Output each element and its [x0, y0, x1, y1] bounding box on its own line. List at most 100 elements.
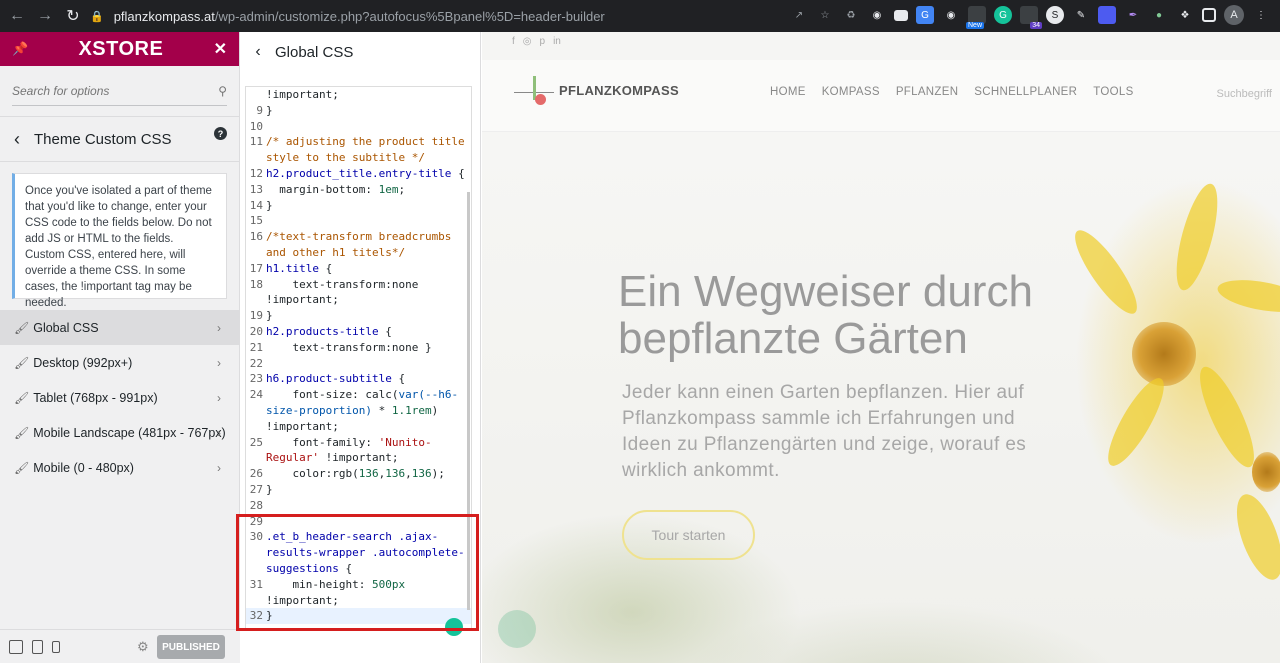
- code-line[interactable]: 12 h2.product_title.entry-title {: [246, 166, 471, 182]
- css-code-editor[interactable]: !important; 9} 10 11/* adjusting the produ…: [245, 86, 472, 630]
- option-global-css[interactable]: 🖌 Global CSS ›: [0, 310, 239, 345]
- close-icon[interactable]: ✕: [214, 39, 227, 59]
- back-arrow-icon[interactable]: ←: [6, 5, 28, 27]
- editor-scrollbar[interactable]: [467, 192, 470, 610]
- forward-arrow-icon[interactable]: →: [34, 5, 56, 27]
- section-header: ‹ Theme Custom CSS ?: [0, 116, 239, 162]
- code-text: }: [266, 198, 273, 212]
- grammarly-icon[interactable]: G: [994, 6, 1012, 24]
- menu-item-home[interactable]: HOME: [770, 86, 806, 98]
- code-line[interactable]: 21 text-transform:none }: [246, 340, 471, 356]
- option-mobile[interactable]: 🖌 Mobile (0 - 480px) ›: [0, 450, 239, 485]
- code-line[interactable]: 31 min-height: 500px !important;: [246, 577, 471, 609]
- line-number: [246, 87, 266, 103]
- code-line[interactable]: 23 h6.product-subtitle {: [246, 371, 471, 387]
- chevron-right-icon: ›: [217, 355, 221, 370]
- pin-icon[interactable]: 📌: [12, 41, 28, 57]
- linkedin-icon[interactable]: in: [553, 36, 561, 47]
- code-line[interactable]: 15: [246, 213, 471, 229]
- publish-button[interactable]: PUBLISHED: [157, 635, 225, 659]
- extension-translate-icon[interactable]: G: [916, 6, 934, 24]
- option-tablet[interactable]: 🖌 Tablet (768px - 991px) ›: [0, 380, 239, 415]
- code-line[interactable]: 25 font-family: 'Nunito-Regular' !import…: [246, 435, 471, 467]
- option-label: Global CSS: [33, 320, 99, 335]
- sidepanel-icon[interactable]: [1202, 8, 1216, 22]
- facebook-icon[interactable]: f: [512, 36, 515, 47]
- floating-badge-icon[interactable]: [498, 610, 536, 648]
- menu-item-schnellplaner[interactable]: SCHNELLPLANER: [974, 86, 1077, 98]
- code-line[interactable]: 11/* adjusting the product title style t…: [246, 134, 471, 166]
- tour-start-button[interactable]: Tour starten: [622, 510, 755, 560]
- reload-icon[interactable]: ↻: [62, 5, 84, 27]
- option-mobile-landscape[interactable]: 🖌 Mobile Landscape (481px - 767px) ›: [0, 415, 239, 450]
- instagram-icon[interactable]: ◎: [523, 36, 532, 47]
- code-line[interactable]: 30 .et_b_header-search .ajax-results-wrap…: [246, 529, 471, 576]
- options-search-input[interactable]: [12, 83, 192, 98]
- code-line[interactable]: 24 font-size: calc(var(--h6-size-proport…: [246, 387, 471, 434]
- url-path: /wp-admin/customize.php?autofocus%5Bpane…: [214, 8, 605, 24]
- code-line[interactable]: 17 h1.title {: [246, 261, 471, 277]
- code-line[interactable]: 9}: [246, 103, 471, 119]
- code-line[interactable]: !important;: [246, 87, 471, 103]
- tablet-preview-icon[interactable]: [32, 639, 43, 654]
- code-line[interactable]: 20 h2.products-title {: [246, 324, 471, 340]
- sidebar-footer: ⚙ PUBLISHED: [0, 629, 240, 663]
- option-desktop[interactable]: 🖌 Desktop (992px+) ›: [0, 345, 239, 380]
- line-number: 30: [249, 530, 263, 544]
- extension-new-icon[interactable]: New: [966, 6, 986, 29]
- menu-item-pflanzen[interactable]: PFLANZEN: [896, 86, 958, 98]
- mobile-preview-icon[interactable]: [52, 640, 60, 653]
- extension-pen-icon[interactable]: ✎: [1072, 6, 1090, 24]
- extension-s-icon[interactable]: S: [1046, 6, 1064, 24]
- share-icon[interactable]: ↗: [790, 6, 808, 24]
- gear-icon[interactable]: ⚙: [137, 639, 149, 655]
- code-line[interactable]: 29: [246, 514, 471, 530]
- chevron-right-icon: ›: [217, 390, 221, 405]
- chevron-right-icon: ›: [217, 320, 221, 335]
- line-number: 22: [249, 356, 263, 370]
- code-line[interactable]: 10: [246, 119, 471, 135]
- code-line[interactable]: 27}: [246, 482, 471, 498]
- pinterest-icon[interactable]: p: [540, 36, 546, 47]
- address-bar[interactable]: 🔒 pflanzkompass.at/wp-admin/customize.ph…: [90, 4, 840, 28]
- new-badge: New: [966, 22, 985, 29]
- extension-count-icon[interactable]: 34: [1020, 6, 1042, 29]
- browser-menu-icon[interactable]: ⋮: [1252, 6, 1270, 24]
- code-line[interactable]: 26 color:rgb(136,136,136);: [246, 466, 471, 482]
- code-line[interactable]: 13 margin-bottom: 1em;: [246, 182, 471, 198]
- hero-title: Ein Wegweiser durch bepflanzte Gärten: [618, 267, 1033, 363]
- code-line[interactable]: 19}: [246, 308, 471, 324]
- extension-eye-icon[interactable]: ●: [1150, 6, 1168, 24]
- code-line[interactable]: 22: [246, 356, 471, 372]
- extension-folder-icon[interactable]: [894, 9, 908, 21]
- extension-recycle-icon[interactable]: ♻: [842, 6, 860, 24]
- code-line[interactable]: 16/*text-transform breadcrumbs and other…: [246, 229, 471, 261]
- code-text: }: [266, 609, 273, 623]
- profile-avatar[interactable]: A: [1224, 5, 1244, 25]
- help-icon[interactable]: ?: [214, 127, 227, 140]
- code-line[interactable]: 32}: [246, 608, 471, 625]
- line-number: 29: [249, 514, 263, 528]
- extensions-puzzle-icon[interactable]: ❖: [1176, 6, 1194, 24]
- site-search-input[interactable]: Suchbegriff: [1217, 88, 1272, 100]
- extension-globe-icon[interactable]: ◉: [868, 6, 886, 24]
- menu-item-tools[interactable]: TOOLS: [1093, 86, 1133, 98]
- grammarly-icon[interactable]: [445, 618, 463, 636]
- extension-video-icon[interactable]: [1098, 6, 1116, 24]
- site-logo[interactable]: PFLANZKOMPASS: [514, 74, 679, 106]
- back-chevron-icon[interactable]: ‹: [0, 129, 34, 150]
- menu-item-kompass[interactable]: KOMPASS: [822, 86, 880, 98]
- code-line[interactable]: 18 text-transform:none !important;: [246, 277, 471, 309]
- extension-feather-icon[interactable]: ✒: [1124, 6, 1142, 24]
- code-text: }: [266, 309, 273, 323]
- back-chevron-icon[interactable]: ‹: [241, 43, 275, 61]
- extension-camera-icon[interactable]: ◉: [942, 6, 960, 24]
- option-label: Tablet (768px - 991px): [33, 390, 158, 405]
- code-line[interactable]: 28: [246, 498, 471, 514]
- option-label: Mobile Landscape (481px - 767px): [33, 425, 226, 440]
- browser-toolbar: ← → ↻ 🔒 pflanzkompass.at/wp-admin/custom…: [0, 0, 1280, 32]
- bookmark-star-icon[interactable]: ☆: [816, 6, 834, 24]
- desktop-preview-icon[interactable]: [9, 639, 23, 654]
- code-line[interactable]: 14}: [246, 198, 471, 214]
